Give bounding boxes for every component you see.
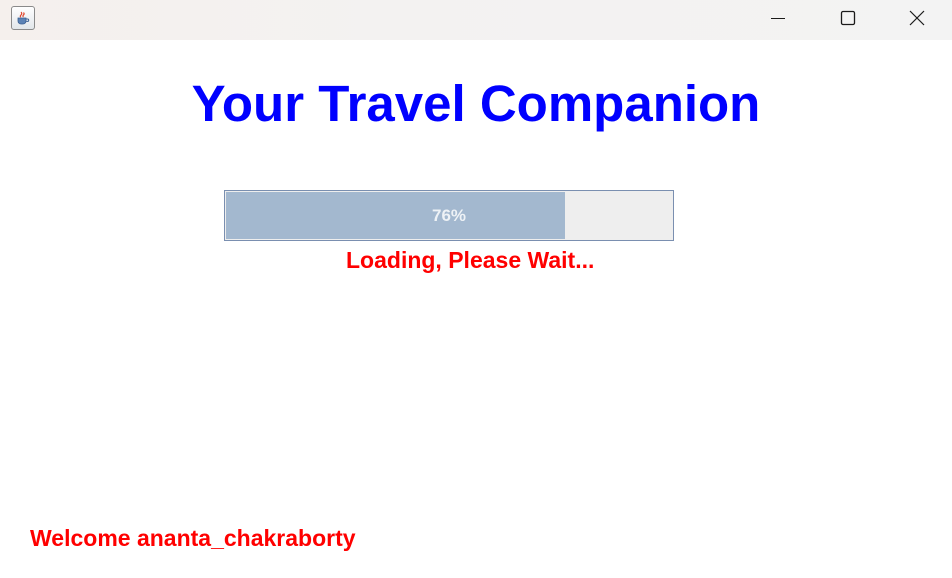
minimize-button[interactable] <box>743 0 813 36</box>
app-window: Your Travel Companion 76% Loading, Pleas… <box>0 0 952 578</box>
close-icon <box>909 10 925 26</box>
close-button[interactable] <box>882 0 952 36</box>
loading-progress-bar: 76% <box>224 190 674 241</box>
welcome-message: Welcome ananta_chakraborty <box>30 525 356 551</box>
java-cup-icon[interactable] <box>11 6 35 30</box>
maximize-button[interactable] <box>813 0 883 36</box>
minimize-icon <box>771 18 785 19</box>
title-bar[interactable] <box>0 0 952 40</box>
progress-percent-label: 76% <box>431 205 467 225</box>
page-title: Your Travel Companion <box>191 75 761 132</box>
content-panel: Your Travel Companion 76% Loading, Pleas… <box>0 40 952 578</box>
maximize-icon <box>840 10 856 26</box>
loading-status-text: Loading, Please Wait... <box>346 247 595 273</box>
